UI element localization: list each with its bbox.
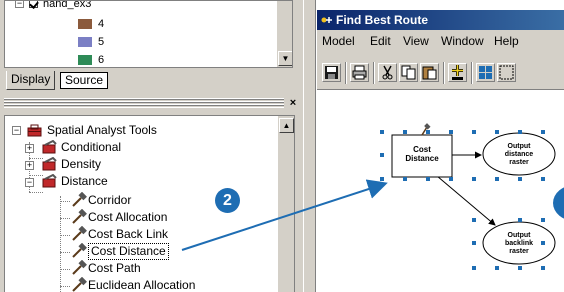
step-number-callout: 2 [215, 188, 240, 213]
drag-arrow-annotation [181, 179, 388, 251]
